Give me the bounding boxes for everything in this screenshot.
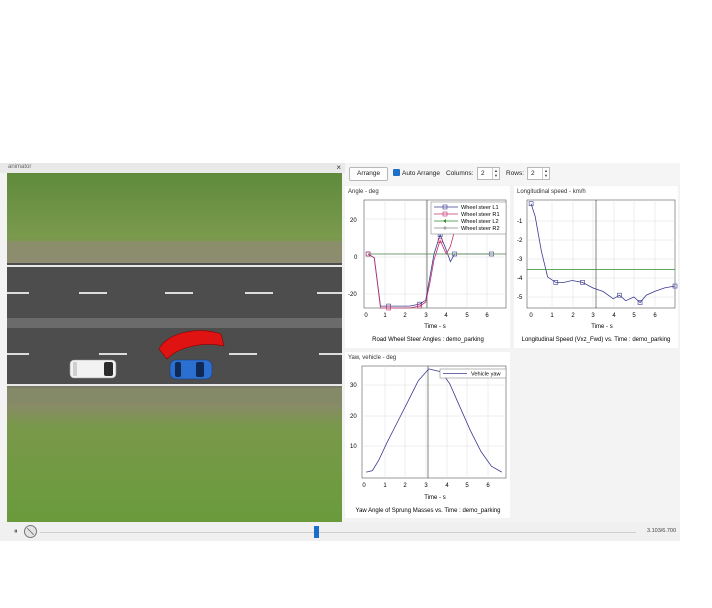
yaw-xtick: 0 xyxy=(362,483,366,489)
steer-xtick: 5 xyxy=(465,313,469,319)
yaw-xtick: 6 xyxy=(486,483,490,489)
speed-plot[interactable]: Longitudinal speed - km/h -1 -2 -3 -4 -5… xyxy=(514,186,678,348)
speed-ytick: -2 xyxy=(517,238,523,244)
viewport-title: animator xyxy=(8,164,32,170)
speed-xtick: 2 xyxy=(571,313,575,319)
yaw-plot-area xyxy=(361,365,507,479)
viewport-titlebar: animator × xyxy=(0,163,345,173)
yaw-xtick: 4 xyxy=(445,483,449,489)
white-van xyxy=(69,359,117,379)
legend-label: Vehicle yaw xyxy=(471,372,501,378)
spin-arrows-icon[interactable]: ▲ ▼ xyxy=(542,168,549,179)
time-slider-track[interactable] xyxy=(40,532,636,533)
speed-xtick: 6 xyxy=(653,313,657,319)
gravel-top xyxy=(7,241,342,263)
speed-ytick: -3 xyxy=(517,257,523,263)
speed-xtick: 0 xyxy=(529,313,533,319)
steer-xlabel: Time - s xyxy=(424,324,445,330)
empty-plot-slot xyxy=(514,352,678,518)
yaw-plot[interactable]: Yaw, vehicle - deg 30 20 10 0 1 2 3 4 5 xyxy=(345,352,510,518)
playback-bar: ⏸ 3.103/6.700 xyxy=(0,522,680,541)
animator-window: animator × Arrange Auto Arrange Columns:… xyxy=(0,163,680,541)
speed-ytick: -5 xyxy=(517,295,523,301)
columns-spinbox[interactable]: 2 ▲ ▼ xyxy=(477,167,500,180)
steer-xtick: 2 xyxy=(403,313,407,319)
steer-xtick: 1 xyxy=(383,313,387,319)
columns-value: 2 xyxy=(481,170,485,177)
rows-spinbox[interactable]: 2 ▲ ▼ xyxy=(527,167,550,180)
yaw-xtick: 1 xyxy=(383,483,387,489)
time-readout: 3.103/6.700 xyxy=(647,528,677,534)
steer-xtick: 6 xyxy=(485,313,489,319)
steer-xtick: 3 xyxy=(424,313,428,319)
speed-xtick: 1 xyxy=(550,313,554,319)
yaw-caption: Yaw Angle of Sprung Masses vs. Time : de… xyxy=(356,508,501,514)
pause-icon[interactable]: ⏸ xyxy=(14,528,18,536)
spin-arrows-icon[interactable]: ▲ ▼ xyxy=(492,168,499,179)
animation-viewport[interactable] xyxy=(7,173,342,522)
auto-arrange-checkbox[interactable] xyxy=(393,169,400,176)
steer-angle-plot[interactable]: Angle - deg 20 0 -20 0 1 2 3 4 5 6 Time … xyxy=(345,186,510,348)
steer-xtick: 4 xyxy=(444,313,448,319)
blue-car xyxy=(169,359,213,380)
speed-xlabel: Time - s xyxy=(591,324,612,330)
speed-xtick: 3 xyxy=(591,313,595,319)
legend-label: Wheel steer R2 xyxy=(461,226,500,232)
yaw-xlabel: Time - s xyxy=(424,495,445,501)
speed-xtick: 4 xyxy=(612,313,616,319)
rows-label: Rows: xyxy=(506,170,525,177)
yaw-ytick: 10 xyxy=(350,444,357,450)
speed-xtick: 5 xyxy=(632,313,636,319)
columns-label: Columns: xyxy=(446,170,474,177)
steer-caption: Road Wheel Steer Angles : demo_parking xyxy=(372,337,484,343)
legend-label: Wheel steer L1 xyxy=(461,205,499,211)
time-slider-thumb[interactable] xyxy=(313,526,319,538)
steer-ytick: 20 xyxy=(350,218,357,224)
yaw-ytick: 30 xyxy=(350,383,357,389)
road-median xyxy=(7,318,342,328)
steer-xtick: 0 xyxy=(364,313,368,319)
legend-label: Wheel steer R1 xyxy=(461,212,500,218)
speed-ytick: -1 xyxy=(517,219,523,225)
legend-label: Wheel steer L2 xyxy=(461,219,499,225)
steer-ytick: -20 xyxy=(348,292,357,298)
steer-legend: Wheel steer L1 Wheel steer R1 Wheel stee… xyxy=(430,201,507,235)
close-icon[interactable]: × xyxy=(336,163,341,172)
speed-ytick: -4 xyxy=(517,276,523,282)
yaw-xtick: 2 xyxy=(403,483,407,489)
rows-value: 2 xyxy=(531,170,535,177)
road-edge-bottom xyxy=(7,384,342,386)
yaw-ytick: 20 xyxy=(350,414,357,420)
yaw-xtick: 3 xyxy=(424,483,428,489)
arrange-button[interactable]: Arrange xyxy=(349,167,389,181)
road-edge-top xyxy=(7,265,342,267)
steer-ytick: 0 xyxy=(354,255,358,261)
yaw-legend: Vehicle yaw xyxy=(439,368,507,379)
no-loop-icon[interactable] xyxy=(24,525,37,538)
auto-arrange-label: Auto Arrange xyxy=(402,170,440,177)
plot-toolbar: Arrange Auto Arrange Columns: 2 ▲ ▼ Rows:… xyxy=(345,163,680,185)
grass-bottom xyxy=(7,403,342,522)
speed-caption: Longitudinal Speed (Vxz_Fwd) vs. Time : … xyxy=(522,337,671,343)
yaw-xtick: 5 xyxy=(465,483,469,489)
